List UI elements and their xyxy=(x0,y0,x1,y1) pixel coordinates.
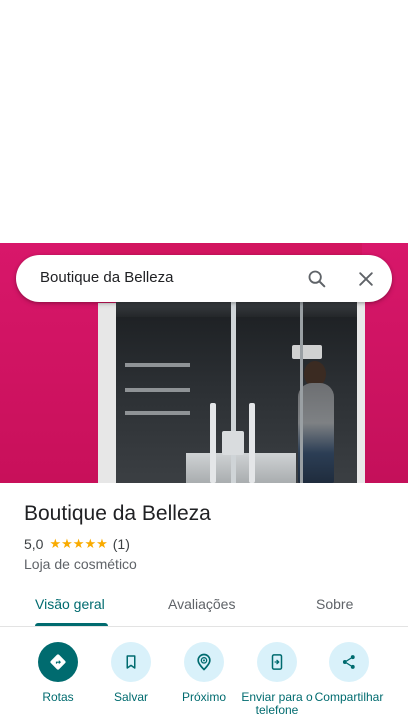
close-icon[interactable] xyxy=(352,265,380,293)
tab-overview[interactable]: Visão geral xyxy=(35,596,105,612)
send-to-phone-icon[interactable] xyxy=(257,642,297,682)
place-tabs: Visão geral Avaliações Sobre xyxy=(0,585,408,627)
shelf xyxy=(125,388,190,392)
nearby-label: Próximo xyxy=(181,690,226,704)
place-details-screen: Boutique da Belleza Boutique da Belleza … xyxy=(0,0,408,726)
search-icon[interactable] xyxy=(303,265,331,293)
nearby-button[interactable]: Próximo xyxy=(166,642,242,726)
active-tab-indicator xyxy=(35,623,108,626)
review-count[interactable]: (1) xyxy=(113,536,130,552)
share-button[interactable]: Compartilhar xyxy=(311,642,387,726)
search-input[interactable]: Boutique da Belleza xyxy=(40,269,173,286)
send-to-phone-label: Enviar para o telefone xyxy=(241,690,313,717)
star-icon: ★ xyxy=(61,536,73,551)
star-icon: ★ xyxy=(96,536,108,551)
save-button[interactable]: Salvar xyxy=(93,642,169,726)
directions-button[interactable]: Rotas xyxy=(20,642,96,726)
shelf xyxy=(125,411,190,415)
bookmark-icon[interactable] xyxy=(111,642,151,682)
interior-sign xyxy=(292,345,322,359)
door-divider xyxy=(300,301,303,483)
door-frame-right xyxy=(357,298,365,483)
place-category: Loja de cosmético xyxy=(24,556,137,572)
directions-label: Rotas xyxy=(42,690,74,704)
rating-row[interactable]: 5,0 ★ ★ ★ ★ ★ (1) xyxy=(24,536,130,552)
place-title: Boutique da Belleza xyxy=(24,502,211,525)
search-bar[interactable]: Boutique da Belleza xyxy=(16,255,392,302)
door-divider xyxy=(231,301,236,483)
share-icon[interactable] xyxy=(329,642,369,682)
save-label: Salvar xyxy=(113,690,148,704)
door-handle xyxy=(249,403,255,483)
send-to-phone-button[interactable]: Enviar para o telefone xyxy=(239,642,315,726)
star-rating: ★ ★ ★ ★ ★ xyxy=(49,537,107,551)
rating-value: 5,0 xyxy=(24,536,44,552)
interior-counter xyxy=(186,453,296,483)
door-lock xyxy=(222,431,244,455)
shelf xyxy=(125,363,190,367)
share-label: Compartilhar xyxy=(314,690,384,704)
star-icon: ★ xyxy=(84,536,97,551)
action-bar: Rotas Salvar Próximo Enviar para o telef… xyxy=(0,640,408,726)
tab-reviews[interactable]: Avaliações xyxy=(168,596,235,612)
door-frame-left xyxy=(98,303,116,483)
directions-icon[interactable] xyxy=(38,642,78,682)
star-icon: ★ xyxy=(49,536,62,551)
nearby-icon[interactable] xyxy=(184,642,224,682)
star-icon: ★ xyxy=(72,536,85,551)
door-top-bar xyxy=(116,301,357,317)
door-handle xyxy=(210,403,216,483)
reflection-person xyxy=(298,383,334,483)
tab-about[interactable]: Sobre xyxy=(316,596,353,612)
